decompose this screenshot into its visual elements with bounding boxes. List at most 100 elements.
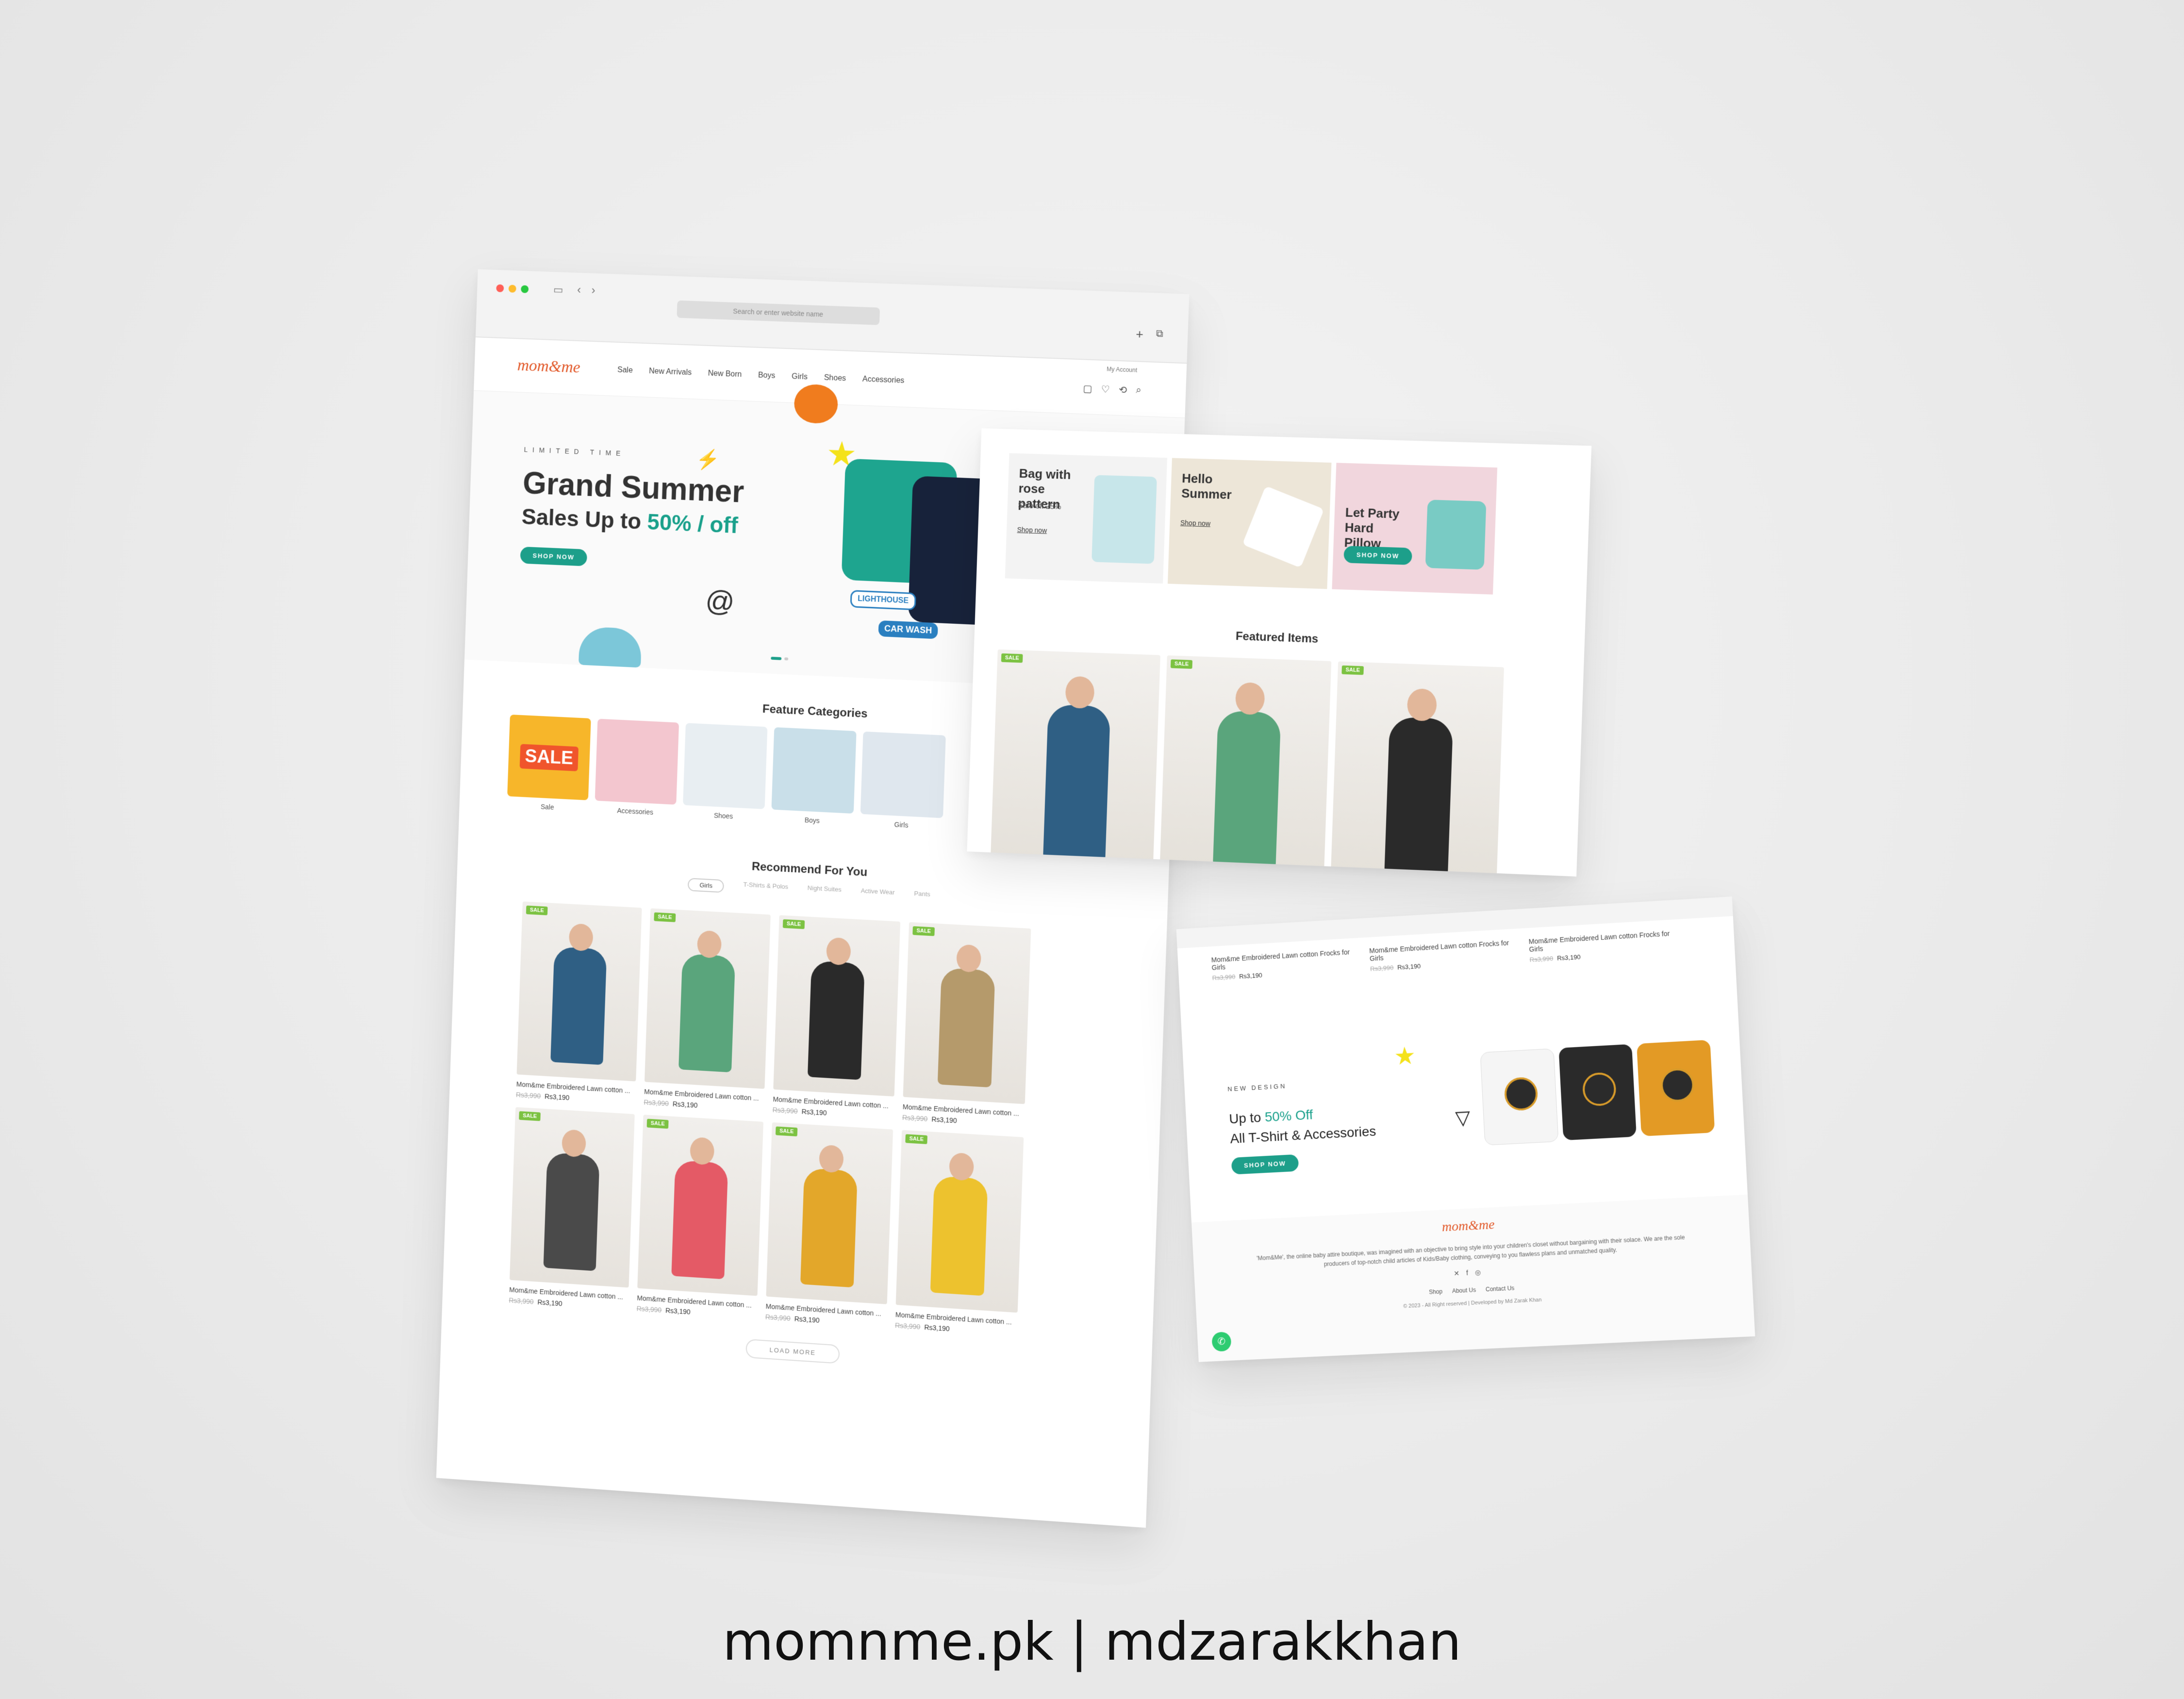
nav-item-accessories[interactable]: Accessories xyxy=(862,375,905,385)
instagram-icon[interactable]: ◎ xyxy=(1475,1268,1488,1276)
featured-item-card[interactable]: SALE xyxy=(1331,661,1505,877)
minimize-window-button[interactable] xyxy=(508,284,516,293)
footer-link-about[interactable]: About Us xyxy=(1452,1287,1476,1295)
nav-item-girls[interactable]: Girls xyxy=(792,372,808,382)
footer-link-shop[interactable]: Shop xyxy=(1429,1288,1443,1296)
category-girls-image xyxy=(860,731,946,818)
dress-shape xyxy=(550,946,607,1065)
mini-product[interactable]: Mom&me Embroidered Lawn cotton Frocks fo… xyxy=(1369,938,1520,972)
promo-shop-now-button[interactable]: SHOP NOW xyxy=(1343,546,1412,565)
cart-icon[interactable]: ▢ xyxy=(1083,383,1092,395)
search-icon[interactable]: ⌕ xyxy=(1136,384,1142,397)
current-price: Rs3,190 xyxy=(665,1306,691,1316)
carousel-dot[interactable] xyxy=(784,657,789,661)
product-image: SALE xyxy=(773,915,901,1097)
promo-hello-summer[interactable]: Hello Summer Shop now xyxy=(1167,458,1332,589)
hero-subtitle-prefix: Sales Up to xyxy=(521,503,648,534)
forward-arrow-icon[interactable]: › xyxy=(591,284,596,298)
tshirt-display xyxy=(1480,1039,1715,1146)
new-design-eyebrow: NEW DESIGN xyxy=(1227,1082,1287,1093)
promo-shop-link[interactable]: Shop now xyxy=(1017,526,1047,534)
featured-item-card[interactable]: SALE xyxy=(1159,655,1332,870)
tab-pants[interactable]: Pants xyxy=(914,890,930,904)
product-card[interactable]: SALE Mom&me Embroidered Lawn cotton ... Rs… xyxy=(644,908,771,1113)
facebook-icon[interactable]: f xyxy=(1466,1269,1475,1277)
back-arrow-icon[interactable]: ‹ xyxy=(577,283,581,297)
category-boys[interactable]: Boys xyxy=(771,727,857,826)
nav-item-new-arrivals[interactable]: New Arrivals xyxy=(649,367,692,377)
tiger-emblem-icon xyxy=(1504,1076,1539,1112)
product-card[interactable]: SALE Mom&me Embroidered Lawn cotton ... Rs… xyxy=(902,922,1031,1128)
maximize-window-button[interactable] xyxy=(521,285,529,293)
tab-night-suites[interactable]: Night Suites xyxy=(807,884,842,899)
category-label: Sale xyxy=(540,802,554,811)
product-card[interactable]: SALE Mom&me Embroidered Lawn cotton ... Rs… xyxy=(516,901,642,1105)
product-card[interactable]: SALE Mom&me Embroidered Lawn cotton ... Rs… xyxy=(509,1107,635,1312)
product-card[interactable]: SALE Mom&me Embroidered Lawn cotton ... Rs… xyxy=(772,915,901,1121)
old-price: Rs3,990 xyxy=(765,1313,791,1323)
compare-icon[interactable]: ⟲ xyxy=(1119,384,1127,397)
address-bar[interactable]: Search or enter website name xyxy=(677,300,880,325)
new-design-shop-now-button[interactable]: SHOP NOW xyxy=(1231,1154,1299,1175)
hero-subtitle: Sales Up to 50% / off xyxy=(521,503,739,538)
close-window-button[interactable] xyxy=(496,284,504,293)
hero-eyebrow: LIMITED TIME xyxy=(524,445,626,458)
promo-featured-mockup: Bag with rose pattern Sale off 25% Shop … xyxy=(967,428,1592,877)
hero-title: Grand Summer xyxy=(522,465,745,509)
current-price: Rs3,190 xyxy=(924,1323,950,1333)
product-image: SALE xyxy=(895,1130,1024,1313)
new-design-title: Up to 50% Off All T-Shirt & Accessories xyxy=(1228,1102,1376,1149)
sale-badge: SALE xyxy=(1341,665,1364,675)
product-card[interactable]: SALE Mom&me Embroidered Lawn cotton ... Rs… xyxy=(895,1130,1024,1337)
promo-banners: Bag with rose pattern Sale off 25% Shop … xyxy=(976,428,1591,598)
sidebar-toggle-icon[interactable]: ▭ xyxy=(553,283,563,297)
new-tab-plus-icon[interactable]: + xyxy=(1136,327,1143,342)
white-tshirt-image xyxy=(1480,1048,1559,1146)
tab-girls[interactable]: Girls xyxy=(688,878,725,893)
nav-item-shoes[interactable]: Shoes xyxy=(824,374,846,383)
promo-shop-link[interactable]: Shop now xyxy=(1180,519,1210,528)
featured-grid: SALE SALE SALE xyxy=(967,649,1584,877)
category-accessories[interactable]: Accessories xyxy=(595,718,679,817)
product-card[interactable]: SALE Mom&me Embroidered Lawn cotton ... Rs… xyxy=(636,1115,763,1320)
category-girls[interactable]: Girls xyxy=(860,731,946,831)
product-card[interactable]: SALE Mom&me Embroidered Lawn cotton ... Rs… xyxy=(765,1122,893,1329)
sale-banner-text: SALE xyxy=(519,744,579,771)
nav-item-new-born[interactable]: New Born xyxy=(708,369,742,380)
sale-badge: SALE xyxy=(654,912,676,922)
twitter-icon[interactable]: ✕ xyxy=(1454,1269,1466,1277)
promo-title: Hello Summer xyxy=(1181,470,1232,502)
my-account-link[interactable]: My Account xyxy=(1107,366,1137,373)
old-price: Rs3,990 xyxy=(509,1296,534,1306)
black-tshirt-image xyxy=(1558,1044,1637,1141)
category-sale-image: SALE xyxy=(507,714,591,800)
whatsapp-chat-icon[interactable]: ✆ xyxy=(1211,1332,1232,1352)
mini-product[interactable]: Mom&me Embroidered Lawn cotton Frocks fo… xyxy=(1211,948,1360,982)
brand-logo[interactable]: mom&me xyxy=(517,356,580,377)
main-navigation: Sale New Arrivals New Born Boys Girls Sh… xyxy=(617,366,905,385)
category-sale[interactable]: SALE Sale xyxy=(507,714,591,813)
current-price: Rs3,190 xyxy=(1397,962,1421,971)
wishlist-heart-icon[interactable]: ♡ xyxy=(1101,383,1110,396)
category-boys-image xyxy=(771,727,857,814)
tab-active-wear[interactable]: Active Wear xyxy=(860,887,894,902)
current-price: Rs3,190 xyxy=(801,1107,827,1117)
sale-badge: SALE xyxy=(1170,659,1193,669)
mini-product[interactable]: Mom&me Embroidered Lawn cotton Frocks fo… xyxy=(1528,929,1681,964)
nav-item-sale[interactable]: Sale xyxy=(617,366,633,375)
featured-item-card[interactable]: SALE xyxy=(991,649,1160,863)
product-image: SALE xyxy=(644,908,771,1089)
promo-party-pillow[interactable]: Let Party Hard Pillow SHOP NOW xyxy=(1332,463,1498,595)
hero-shop-now-button[interactable]: SHOP NOW xyxy=(520,546,588,566)
hero-subtitle-accent: 50% / off xyxy=(646,509,739,538)
footer-link-contact[interactable]: Contact Us xyxy=(1486,1285,1515,1293)
carousel-dot-active[interactable] xyxy=(771,656,782,660)
tabs-overview-icon[interactable]: ⧉ xyxy=(1156,328,1163,340)
dress-shape xyxy=(678,953,736,1073)
tab-tshirts-polos[interactable]: T-Shirts & Polos xyxy=(743,881,788,896)
category-shoes[interactable]: Shoes xyxy=(682,723,768,821)
nav-item-boys[interactable]: Boys xyxy=(758,371,776,381)
load-more-button[interactable]: LOAD MORE xyxy=(745,1339,840,1364)
promo-bag[interactable]: Bag with rose pattern Sale off 25% Shop … xyxy=(1005,453,1168,584)
triangle-icon: ▽ xyxy=(1455,1107,1471,1129)
